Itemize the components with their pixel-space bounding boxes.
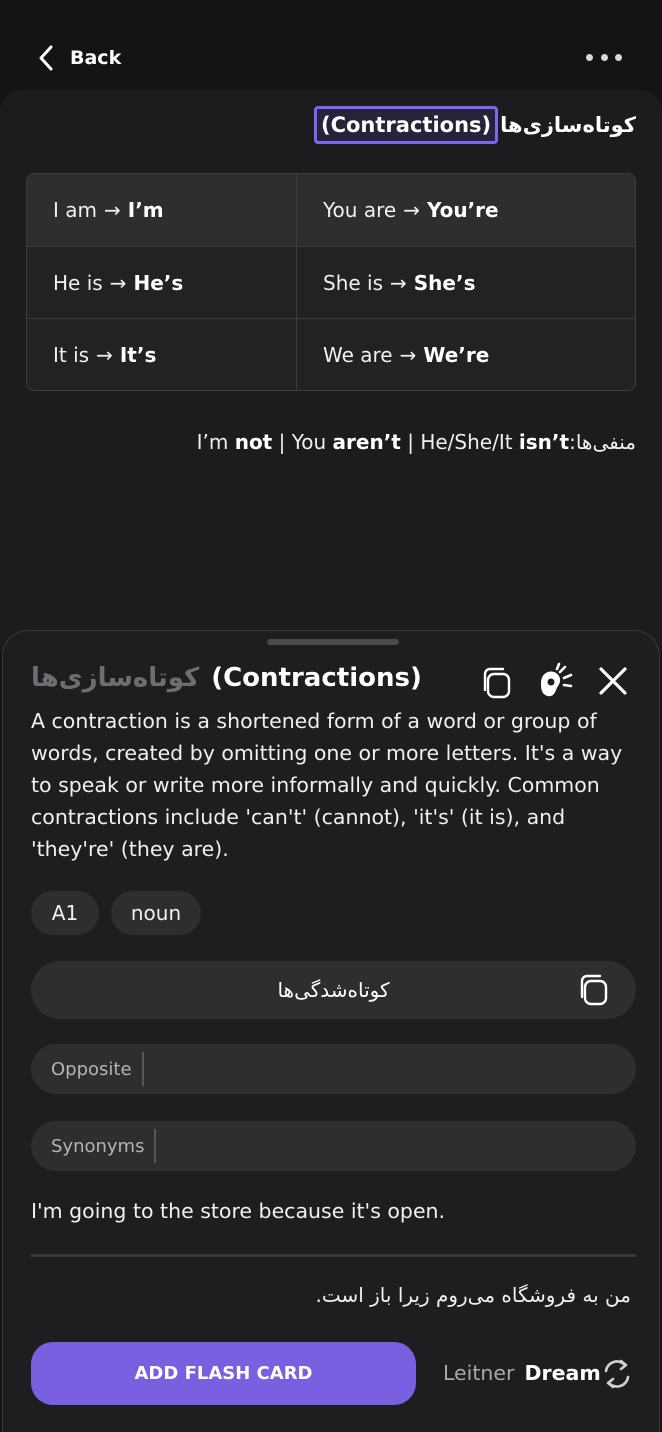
more-dots-icon bbox=[586, 53, 593, 61]
level-badge: A1 bbox=[31, 891, 99, 935]
table-cell: She is → She’s bbox=[323, 270, 476, 295]
chevron-left-icon bbox=[39, 45, 53, 71]
back-label: Back bbox=[70, 47, 122, 69]
part-of-speech-badge: noun bbox=[111, 891, 201, 935]
table-row: I am → I’m You are → You’re bbox=[27, 174, 635, 246]
sheet-title-en: (Contractions) bbox=[211, 663, 422, 693]
contractions-table: I am → I’m You are → You’re He is → He’s She i… bbox=[26, 173, 636, 391]
lesson-heading: (Contractions) کوتاه‌سازی‌ها bbox=[314, 106, 636, 144]
translation-field: کوتاه‌شدگی‌ها bbox=[31, 961, 636, 1019]
pronounce-button[interactable] bbox=[535, 661, 577, 701]
copy-icon bbox=[580, 974, 608, 1006]
refresh-icon bbox=[604, 1359, 630, 1389]
leitner-label: Leitner bbox=[443, 1361, 515, 1385]
add-flash-card-button[interactable]: ADD FLASH CARD bbox=[31, 1342, 416, 1405]
back-button[interactable]: Back bbox=[36, 40, 121, 76]
divider bbox=[31, 1254, 636, 1257]
more-options-button[interactable] bbox=[586, 44, 622, 70]
word-detail-sheet: کوتاه‌سازی‌ها (Contractions) A contracti… bbox=[2, 630, 660, 1432]
example-translation: من به فروشگاه می‌روم زیرا باز است. bbox=[315, 1283, 631, 1307]
opposite-label: Opposite bbox=[51, 1058, 132, 1080]
table-row: He is → He’s She is → She’s bbox=[27, 246, 635, 318]
copy-translation-button[interactable] bbox=[576, 972, 612, 1008]
negatives-label: منفی‌ها: bbox=[569, 430, 636, 454]
lesson-heading-en[interactable]: (Contractions) bbox=[314, 106, 499, 144]
table-cell: You are → You’re bbox=[323, 198, 499, 222]
speaker-icon bbox=[541, 662, 573, 697]
change-box-button[interactable] bbox=[597, 1354, 637, 1394]
top-bar: Back bbox=[0, 0, 662, 100]
definition-text: A contraction is a shortened form of a w… bbox=[31, 709, 623, 861]
synonyms-label: Synonyms bbox=[51, 1135, 145, 1157]
opposite-input[interactable] bbox=[143, 1044, 636, 1094]
close-button[interactable] bbox=[595, 663, 631, 699]
synonyms-input[interactable] bbox=[156, 1121, 636, 1171]
close-icon bbox=[599, 667, 627, 695]
sheet-title: کوتاه‌سازی‌ها (Contractions) bbox=[31, 663, 422, 693]
table-row: It is → It’s We are → We’re bbox=[27, 318, 635, 390]
opposite-field: Opposite bbox=[31, 1044, 636, 1094]
synonyms-field: Synonyms bbox=[31, 1121, 636, 1171]
lesson-content: (Contractions) کوتاه‌سازی‌ها I am → I’m Yo… bbox=[0, 90, 662, 650]
lesson-heading-fa: کوتاه‌سازی‌ها bbox=[500, 113, 636, 137]
table-cell: We are → We’re bbox=[323, 342, 490, 367]
negatives-line: I’m not | You aren’t | He/She/It isn’t م… bbox=[196, 430, 636, 454]
example-sentence: I'm going to the store because it's open… bbox=[31, 1199, 446, 1223]
sheet-title-fa: کوتاه‌سازی‌ها bbox=[31, 663, 200, 693]
table-cell: I am → I’m bbox=[27, 174, 297, 246]
table-cell: It is → It’s bbox=[27, 319, 297, 390]
copy-button[interactable] bbox=[479, 665, 515, 701]
copy-icon bbox=[483, 667, 511, 699]
leitner-box-name: Dream bbox=[524, 1361, 601, 1385]
table-cell: He is → He’s bbox=[27, 247, 297, 318]
sheet-drag-handle[interactable] bbox=[267, 639, 399, 645]
translation-text: کوتاه‌شدگی‌ها bbox=[277, 978, 390, 1002]
leitner-box-selector[interactable]: Leitner Dream bbox=[443, 1357, 601, 1389]
